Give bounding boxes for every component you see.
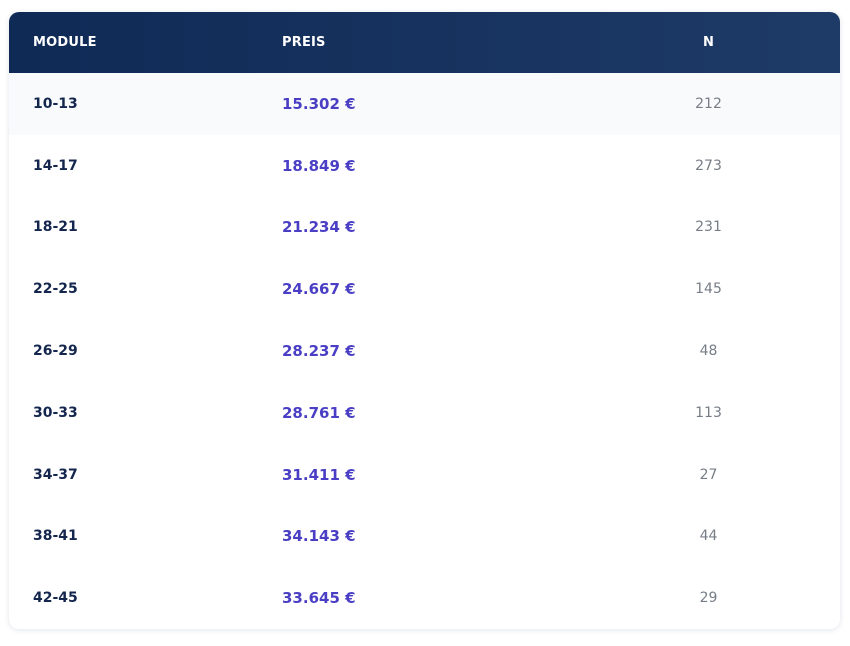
cell-price: 28.761 € [282, 403, 356, 422]
cell-n: 44 [699, 528, 718, 545]
cell-module: 34-37 [33, 466, 78, 483]
cell-price: 33.645 € [282, 589, 356, 608]
table-header: MODULE PREIS N [9, 12, 840, 73]
cell-n: 273 [695, 157, 722, 174]
cell-module: 42-45 [33, 590, 78, 607]
cell-module: 38-41 [33, 528, 78, 545]
price-table: MODULE PREIS N 10-13 15.302 € 212 14-17 … [9, 12, 840, 629]
table-row: 38-41 34.143 € 44 [9, 505, 840, 568]
cell-price: 18.849 € [282, 156, 356, 175]
table-row: 26-29 28.237 € 48 [9, 320, 840, 382]
cell-module: 18-21 [33, 219, 78, 236]
cell-n: 145 [695, 281, 722, 298]
column-header-n: N [702, 35, 715, 50]
cell-price: 21.234 € [282, 218, 356, 237]
cell-n: 48 [699, 343, 718, 360]
table-row: 18-21 21.234 € 231 [9, 196, 840, 259]
column-header-module: MODULE [33, 35, 97, 50]
table-row: 42-45 33.645 € 29 [9, 567, 840, 629]
table-row: 14-17 18.849 € 273 [9, 134, 840, 197]
cell-module: 30-33 [33, 404, 78, 421]
table-row: 30-33 28.761 € 113 [9, 381, 840, 444]
cell-module: 26-29 [33, 343, 78, 360]
cell-price: 31.411 € [282, 465, 356, 484]
cell-n: 231 [695, 219, 722, 236]
cell-price: 28.237 € [282, 342, 356, 361]
cell-module: 14-17 [33, 157, 78, 174]
cell-n: 113 [695, 404, 722, 421]
cell-price: 15.302 € [282, 94, 356, 113]
cell-module: 22-25 [33, 281, 78, 298]
table-row: 22-25 24.667 € 145 [9, 258, 840, 321]
cell-price: 24.667 € [282, 280, 356, 299]
cell-n: 212 [695, 95, 722, 112]
column-header-price: PREIS [282, 35, 326, 50]
cell-n: 29 [699, 590, 718, 607]
table-row: 10-13 15.302 € 212 [9, 73, 840, 135]
table-row: 34-37 31.411 € 27 [9, 443, 840, 506]
cell-n: 27 [699, 466, 718, 483]
cell-module: 10-13 [33, 95, 78, 112]
cell-price: 34.143 € [282, 527, 356, 546]
